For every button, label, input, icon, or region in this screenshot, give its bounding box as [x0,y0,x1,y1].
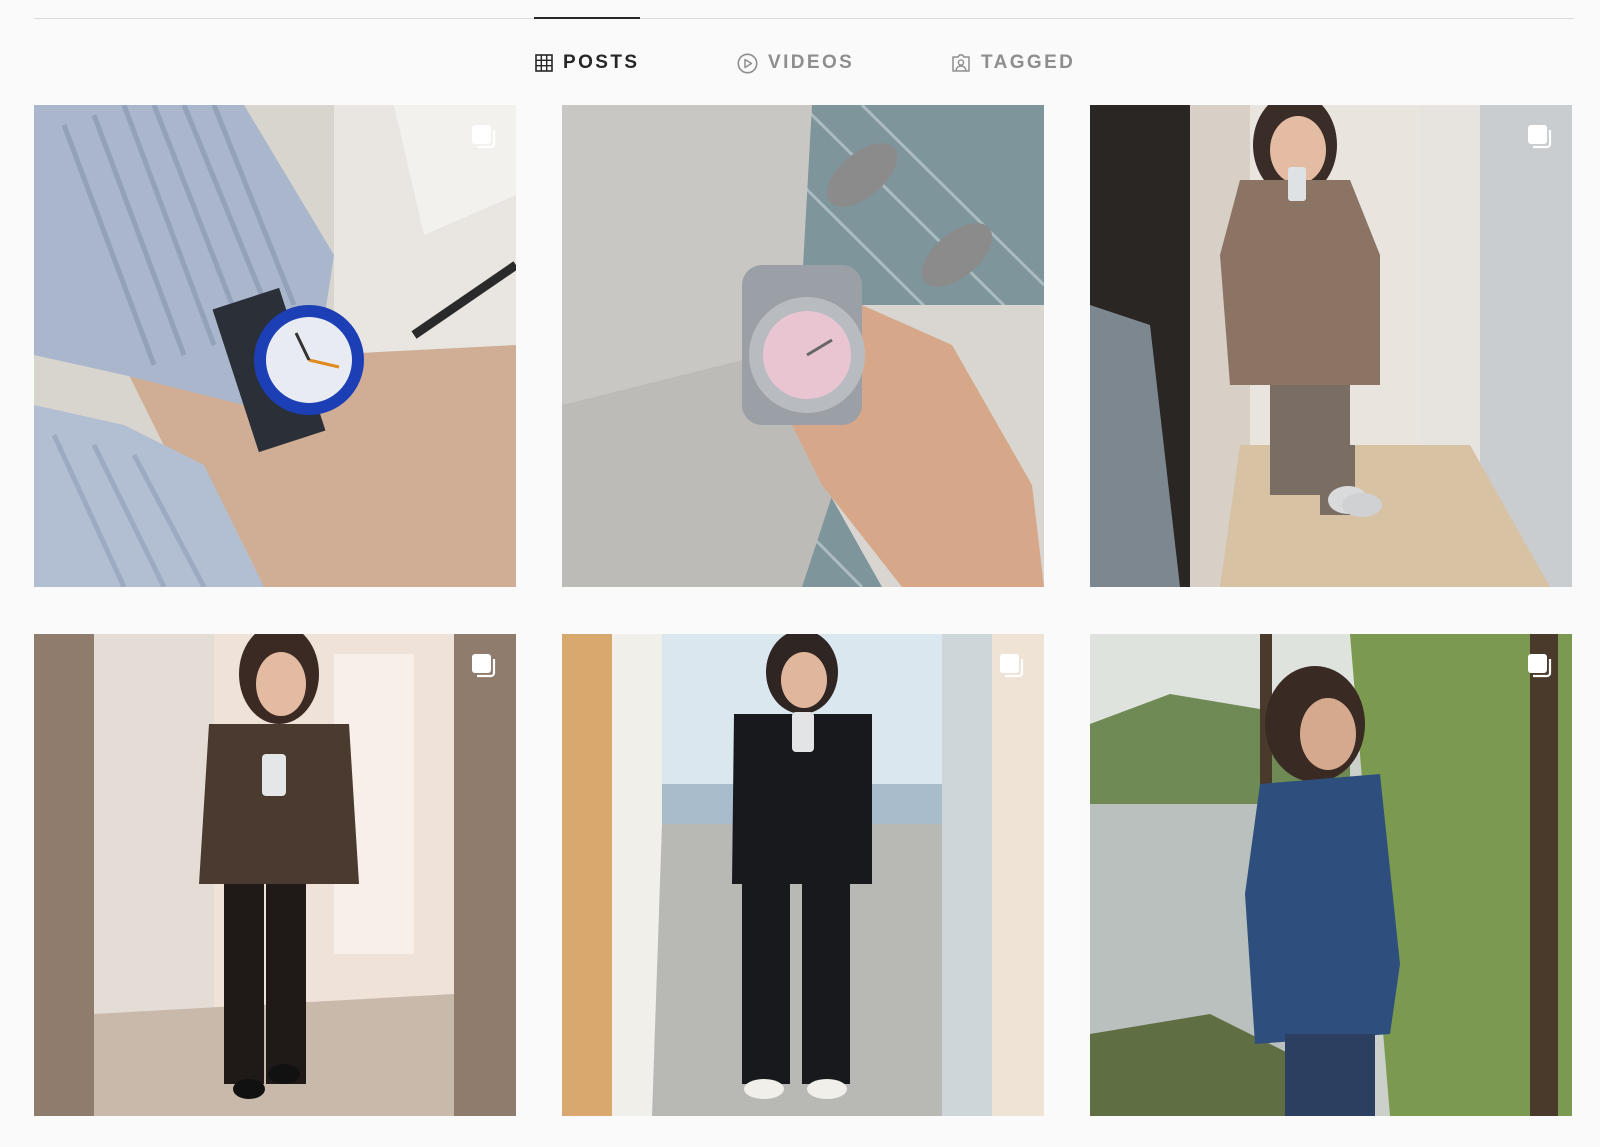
post-tile-4[interactable] [34,634,516,1116]
post-tile-2[interactable] [562,105,1044,587]
tab-tagged-label: TAGGED [981,52,1076,73]
multi-photo-icon [1528,125,1552,149]
tag-person-icon [952,54,970,72]
post-tile-1[interactable] [34,105,516,587]
post-photo-overalls-selfie [562,634,1044,1116]
tab-tagged[interactable]: TAGGED [951,50,1075,76]
multi-photo-icon [1528,654,1552,678]
play-icon [737,53,758,73]
tab-videos-label: VIDEOS [768,52,855,73]
multi-photo-icon [472,654,496,678]
post-photo-watch-pink [562,105,1044,587]
post-tile-6[interactable] [1090,634,1572,1116]
post-photo-cardigan-selfie [1090,105,1572,587]
multi-photo-icon [472,125,496,149]
profile-divider [34,18,1574,19]
tab-posts[interactable]: POSTS [535,50,639,76]
grid-icon [535,54,553,72]
post-tile-3[interactable] [1090,105,1572,587]
post-photo-watch-blue [34,105,516,587]
active-tab-indicator [534,17,640,19]
multi-photo-icon [1000,654,1024,678]
tab-videos[interactable]: VIDEOS [737,50,854,76]
post-photo-blazer-selfie [34,634,516,1116]
profile-tabs: POSTS VIDEOS TAGGED [0,50,1600,76]
post-tile-5[interactable] [562,634,1044,1116]
tab-posts-label: POSTS [563,52,640,73]
post-photo-denim-lake [1090,634,1572,1116]
